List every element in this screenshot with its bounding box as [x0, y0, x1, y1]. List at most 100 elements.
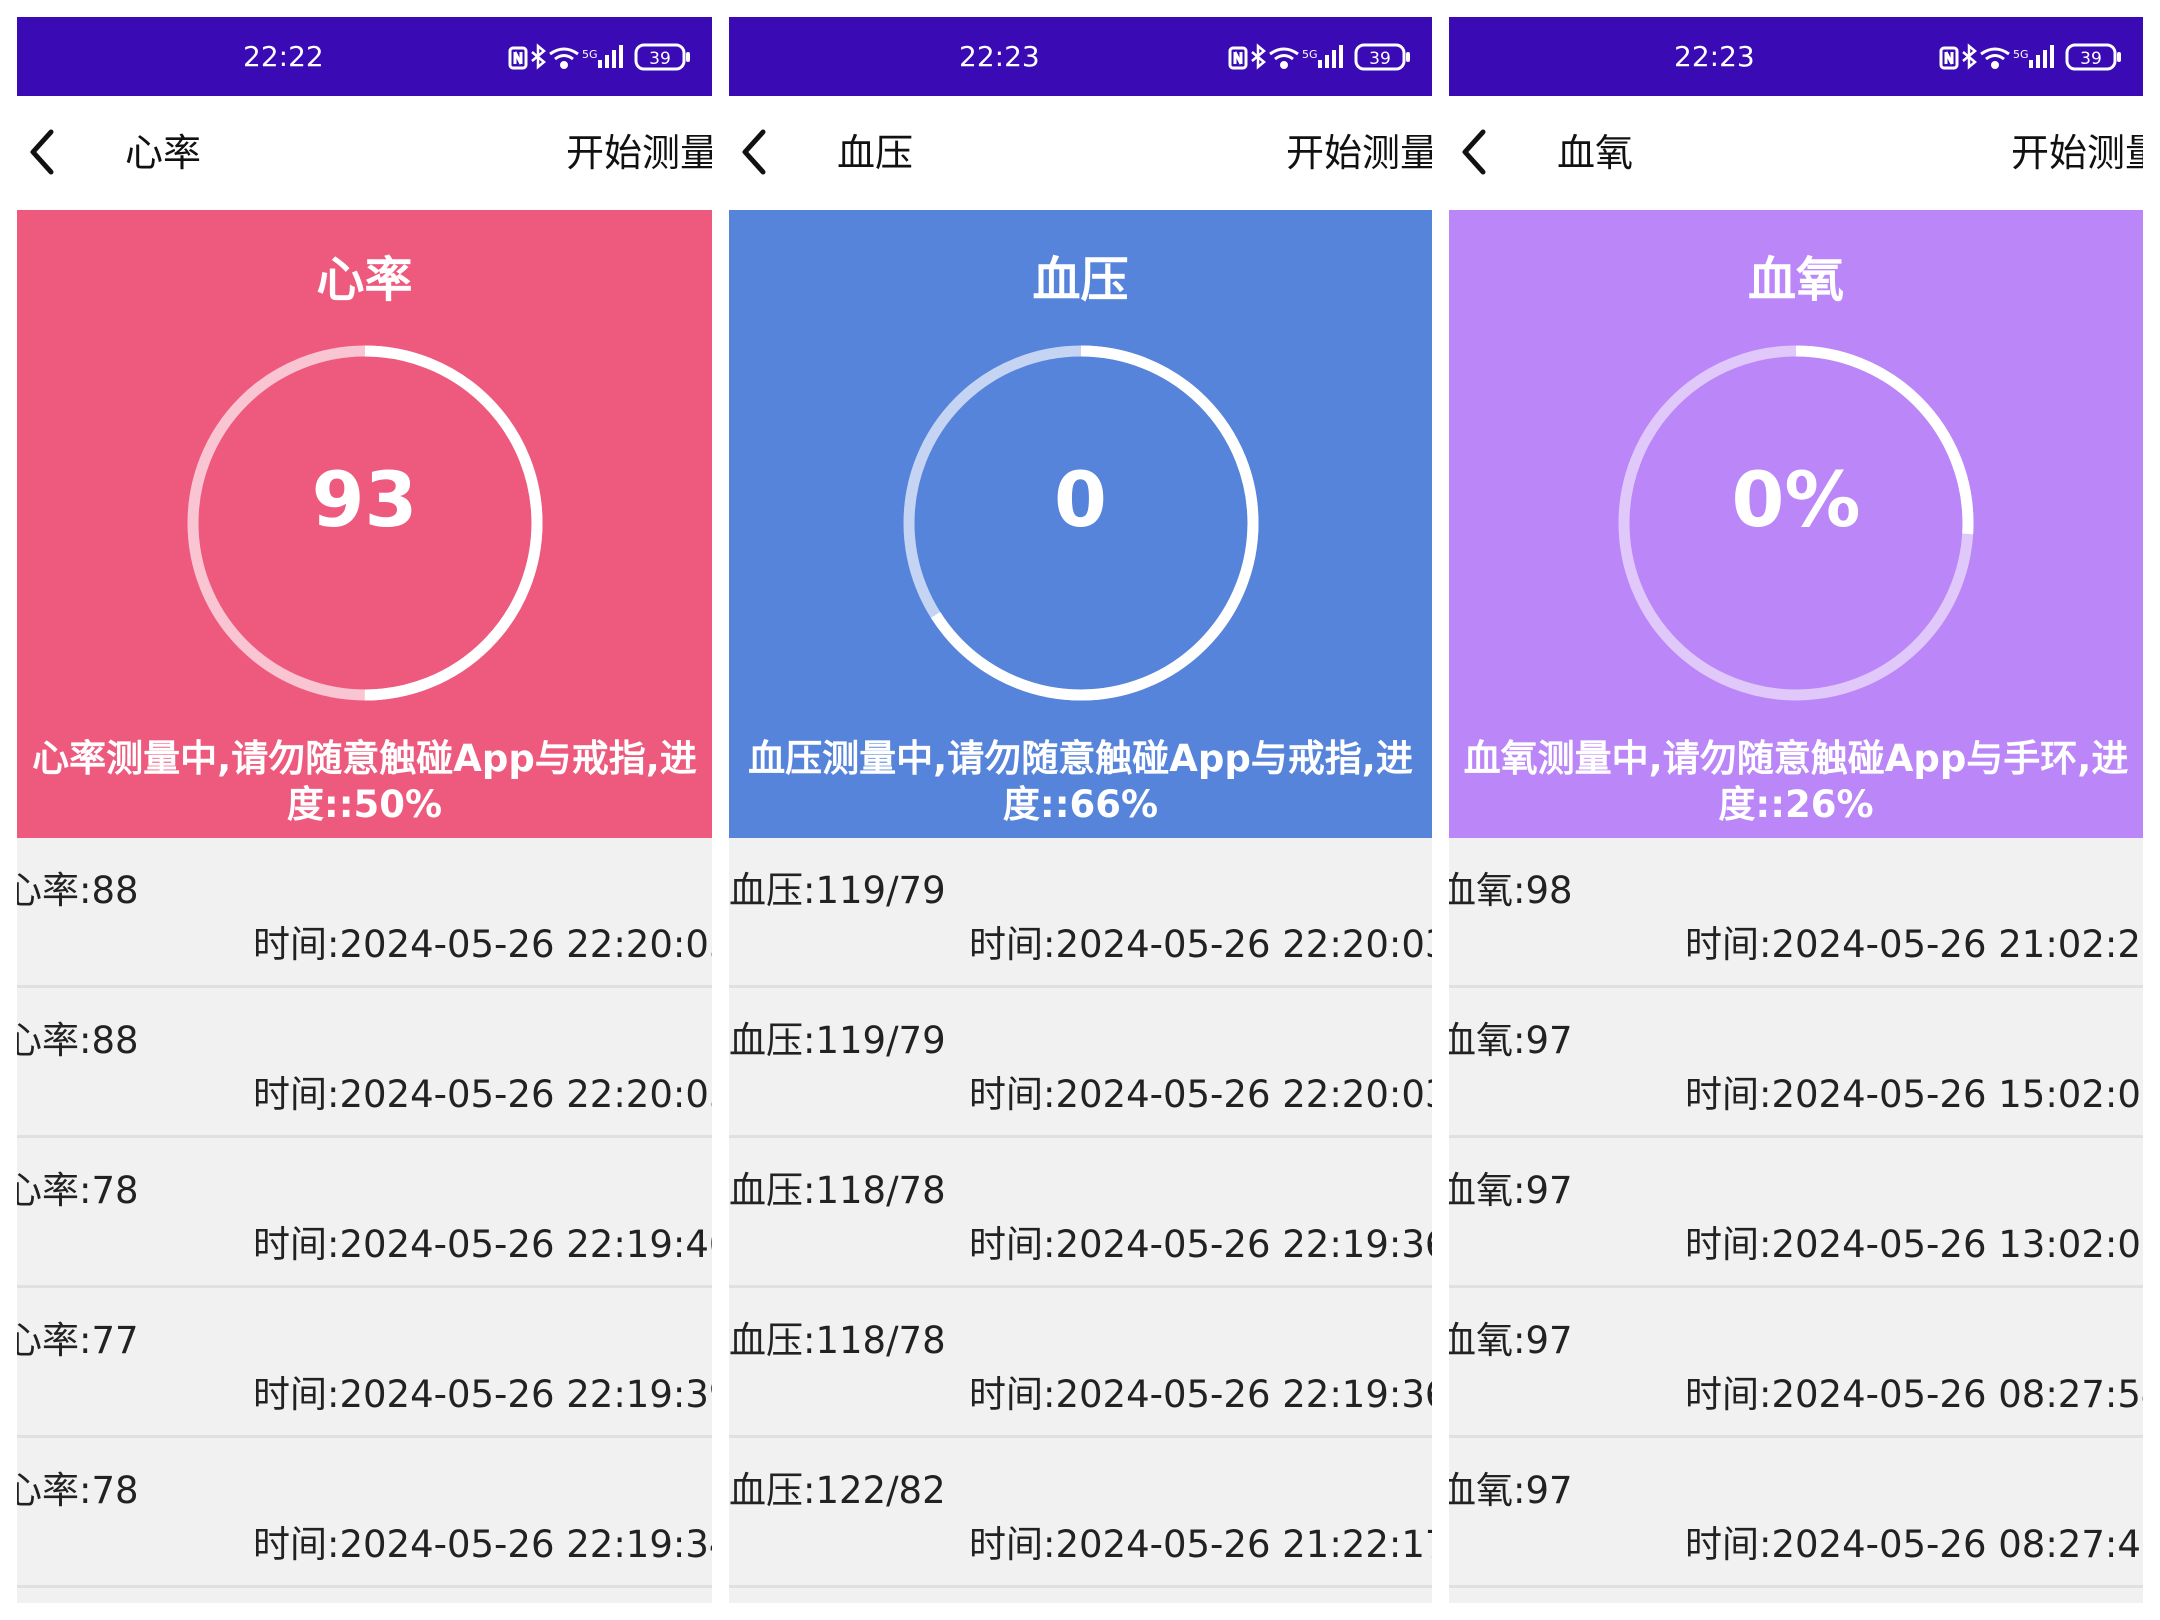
message-line-1: 心率测量中,请勿随意触碰App与戒指,进 [32, 737, 697, 780]
record-value: 血压:118/78 [729, 1169, 946, 1212]
record-value: 血氧:97 [1449, 1019, 1573, 1062]
record-value: 心率:88 [17, 869, 139, 912]
list-item[interactable]: 血氧:97 时间:2024-05-26 15:02:08 [1449, 988, 2143, 1138]
bluetooth-icon [1962, 43, 1977, 70]
status-bar: 22:22 5G 39 [17, 17, 712, 96]
list-item[interactable]: 心率:88 时间:2024-05-26 22:20:03 [17, 988, 712, 1138]
record-time: 时间:2024-05-26 22:20:03 [253, 923, 712, 966]
list-item[interactable]: 血压:118/78 时间:2024-05-26 22:19:36 [729, 1138, 1432, 1288]
status-time: 22:22 [243, 40, 324, 73]
record-value: 血压:118/78 [729, 1319, 946, 1362]
record-time: 时间:2024-05-26 22:19:36 [969, 1373, 1432, 1416]
record-time: 时间:2024-05-26 22:19:36 [969, 1223, 1432, 1266]
list-item[interactable]: 心率:78 时间:2024-05-26 22:19:34 [17, 1438, 712, 1588]
svg-text:5G: 5G [582, 48, 598, 61]
status-time: 22:23 [959, 40, 1040, 73]
list-item[interactable]: 血压:119/79 时间:2024-05-26 22:20:03 [729, 838, 1432, 988]
record-time: 时间:2024-05-26 22:20:03 [969, 1073, 1432, 1116]
ring-value: 93 [311, 455, 418, 544]
nfc-icon [508, 46, 528, 70]
record-time: 时间:2024-05-26 22:19:40 [253, 1223, 712, 1266]
measuring-message: 血压测量中,请勿随意触碰App与戒指,进 度::66% [729, 736, 1432, 828]
wifi-icon [1269, 47, 1299, 69]
record-time: 时间:2024-05-26 22:19:34 [253, 1523, 712, 1566]
record-time: 时间:2024-05-26 13:02:08 [1685, 1223, 2143, 1266]
back-chevron-icon[interactable] [23, 124, 63, 180]
list-item[interactable]: 血氧:98 时间:2024-05-26 21:02:23 [1449, 838, 2143, 988]
record-value: 血氧:97 [1449, 1169, 1573, 1212]
status-bar: 22:23 5G 39 [1449, 17, 2143, 96]
ring-value: 0 [1054, 455, 1107, 544]
record-list: 心率:88 时间:2024-05-26 22:20:03 心率:88 时间:2024… [17, 838, 712, 1603]
list-item[interactable]: 血氧:97 时间:2024-05-26 13:02:08 [1449, 1138, 2143, 1288]
list-item[interactable]: 血压:118/78 时间:2024-05-26 22:19:36 [729, 1288, 1432, 1438]
signal-5g-icon: 5G [1302, 45, 1343, 68]
wifi-icon [549, 47, 579, 69]
bluetooth-icon [1251, 43, 1266, 70]
battery-icon: 39 [1354, 43, 1410, 71]
record-time: 时间:2024-05-26 21:02:23 [1685, 923, 2143, 966]
record-list: 血氧:98 时间:2024-05-26 21:02:23 血氧:97 时间:2024… [1449, 838, 2143, 1603]
measuring-message: 血氧测量中,请勿随意触碰App与手环,进 度::26% [1449, 736, 2143, 828]
divider [1449, 1585, 2143, 1588]
record-value: 心率:78 [17, 1469, 139, 1512]
battery-icon: 39 [634, 43, 690, 71]
message-line-2: 度::66% [1002, 783, 1159, 826]
record-value: 心率:77 [17, 1319, 139, 1362]
record-value: 心率:78 [17, 1169, 139, 1212]
svg-text:5G: 5G [2013, 48, 2029, 61]
record-value: 心率:88 [17, 1019, 139, 1062]
list-item[interactable]: 心率:78 时间:2024-05-26 22:19:40 [17, 1138, 712, 1288]
record-value: 血压:119/79 [729, 1019, 946, 1062]
list-item[interactable]: 血压:119/79 时间:2024-05-26 22:20:03 [729, 988, 1432, 1138]
card-title: 血氧 [1747, 252, 1844, 308]
message-line-1: 血氧测量中,请勿随意触碰App与手环,进 [1463, 737, 2129, 780]
svg-text:39: 39 [1369, 49, 1391, 69]
blood-pressure-screen: 22:23 5G 39 血压 开始测量 血压 0 血压测量中,请勿随意触碰App… [729, 17, 1432, 1603]
list-item[interactable]: 血氧:97 时间:2024-05-26 08:27:54 [1449, 1288, 2143, 1438]
record-time: 时间:2024-05-26 22:20:03 [969, 923, 1432, 966]
status-icons: 5G 39 [1939, 43, 2121, 71]
back-chevron-icon[interactable] [735, 124, 775, 180]
battery-icon: 39 [2065, 43, 2121, 71]
record-value: 血氧:97 [1449, 1469, 1573, 1512]
back-chevron-icon[interactable] [1455, 124, 1495, 180]
list-item[interactable]: 血压:122/82 时间:2024-05-26 21:22:17 [729, 1438, 1432, 1588]
nfc-icon [1939, 46, 1959, 70]
ring-value: 0% [1731, 455, 1861, 544]
list-item[interactable]: 血氧:97 时间:2024-05-26 08:27:49 [1449, 1438, 2143, 1588]
svg-text:39: 39 [649, 49, 671, 69]
list-item[interactable]: 心率:77 时间:2024-05-26 22:19:39 [17, 1288, 712, 1438]
nfc-icon [1228, 46, 1248, 70]
signal-5g-icon: 5G [582, 45, 623, 68]
record-value: 血压:122/82 [729, 1469, 946, 1512]
list-item[interactable]: 心率:88 时间:2024-05-26 22:20:03 [17, 838, 712, 988]
blood-oxygen-screen: 22:23 5G 39 血氧 开始测量 血氧 0% 血氧测量中,请勿随意触碰Ap… [1449, 17, 2143, 1603]
record-value: 血压:119/79 [729, 869, 946, 912]
heart-rate-screen: 22:22 5G 39 心率 开始测量 心率 93 心率测量中,请勿随意触碰Ap… [17, 17, 712, 1603]
record-time: 时间:2024-05-26 22:20:03 [253, 1073, 712, 1116]
measurement-card: 血氧 0% 血氧测量中,请勿随意触碰App与手环,进 度::26% [1449, 210, 2143, 838]
status-icons: 5G 39 [508, 43, 690, 71]
measurement-card: 血压 0 血压测量中,请勿随意触碰App与戒指,进 度::66% [729, 210, 1432, 838]
card-title: 血压 [1032, 252, 1129, 308]
nav-bar: 心率 开始测量 [17, 96, 712, 210]
record-value: 血氧:97 [1449, 1319, 1573, 1362]
nav-title: 血压 [837, 131, 914, 175]
nav-title: 血氧 [1557, 131, 1634, 175]
start-measure-button[interactable]: 开始测量 [1286, 96, 1432, 210]
record-time: 时间:2024-05-26 22:19:39 [253, 1373, 712, 1416]
signal-5g-icon: 5G [2013, 45, 2054, 68]
record-list: 血压:119/79 时间:2024-05-26 22:20:03 血压:119/7… [729, 838, 1432, 1603]
start-measure-button[interactable]: 开始测量 [2011, 96, 2143, 210]
status-bar: 22:23 5G 39 [729, 17, 1432, 96]
record-time: 时间:2024-05-26 15:02:08 [1685, 1073, 2143, 1116]
start-measure-button[interactable]: 开始测量 [566, 96, 712, 210]
divider [729, 1585, 1432, 1588]
status-icons: 5G 39 [1228, 43, 1410, 71]
status-time: 22:23 [1674, 40, 1755, 73]
wifi-icon [1980, 47, 2010, 69]
svg-text:39: 39 [2080, 49, 2102, 69]
divider [17, 1585, 712, 1588]
svg-text:5G: 5G [1302, 48, 1318, 61]
